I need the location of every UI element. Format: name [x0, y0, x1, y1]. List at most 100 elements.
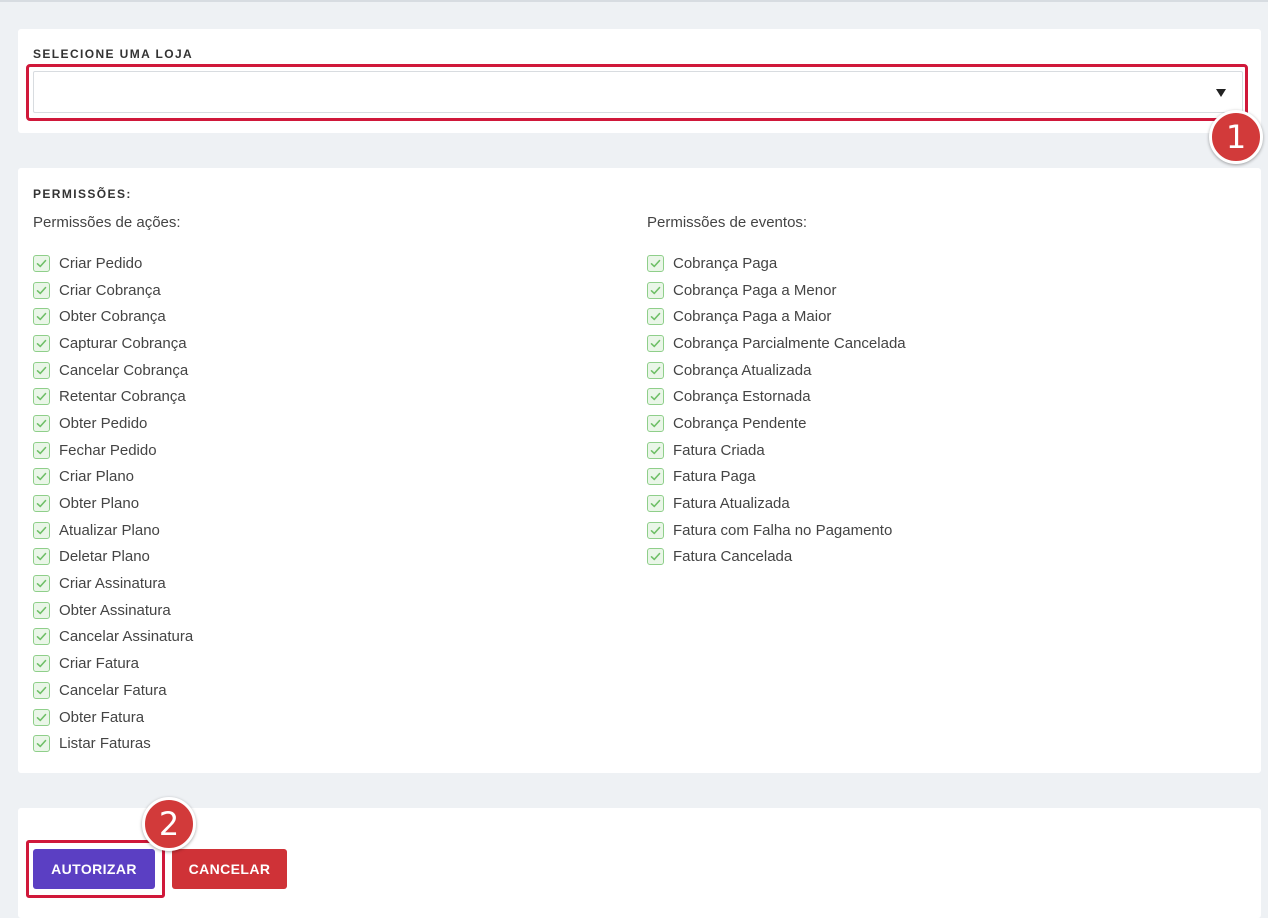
permission-label: Cobrança Pendente [673, 414, 807, 432]
permission-checkbox[interactable] [647, 281, 664, 299]
permission-item: Cobrança Parcialmente Cancelada [647, 330, 906, 357]
permission-item: Cancelar Fatura [33, 677, 193, 704]
permission-checkbox[interactable] [33, 334, 50, 352]
checkmark-icon [36, 740, 47, 748]
action-permissions-column: Permissões de ações: Criar Pedido Criar C… [33, 214, 193, 757]
permission-item: Cobrança Paga a Menor [647, 277, 906, 304]
permission-checkbox[interactable] [33, 601, 50, 619]
permission-checkbox[interactable] [647, 521, 664, 539]
permission-item: Criar Assinatura [33, 570, 193, 597]
permission-item: Cancelar Assinatura [33, 624, 193, 651]
checkmark-icon [650, 366, 661, 374]
event-permissions-list: Cobrança Paga Cobrança Paga a Menor Cobran… [647, 250, 906, 570]
permission-item: Cancelar Cobrança [33, 357, 193, 384]
permission-checkbox[interactable] [33, 655, 50, 673]
checkmark-icon [650, 473, 661, 481]
permission-label: Cancelar Fatura [59, 681, 167, 699]
checkmark-icon [650, 286, 661, 294]
permission-checkbox[interactable] [647, 361, 664, 379]
permission-label: Obter Pedido [59, 414, 148, 432]
form-actions-card: AUTORIZAR CANCELAR [18, 808, 1261, 918]
permission-label: Criar Pedido [59, 254, 143, 272]
permission-checkbox[interactable] [33, 281, 50, 299]
permission-checkbox[interactable] [33, 521, 50, 539]
action-permissions-list: Criar Pedido Criar Cobrança Obter Cobrança… [33, 250, 193, 757]
permission-checkbox[interactable] [33, 441, 50, 459]
permission-label: Criar Plano [59, 468, 135, 486]
permission-label: Cobrança Paga a Maior [673, 308, 832, 326]
permission-label: Fatura Paga [673, 468, 756, 486]
checkmark-icon [36, 419, 47, 428]
permission-item: Cobrança Paga a Maior [647, 303, 906, 330]
permission-checkbox[interactable] [33, 548, 50, 566]
permissions-label: PERMISSÕES: [33, 187, 132, 201]
permission-item: Fatura Cancelada [647, 544, 906, 571]
permission-item: Obter Plano [33, 490, 193, 517]
permission-label: Fatura com Falha no Pagamento [673, 521, 893, 539]
permission-item: Criar Fatura [33, 650, 193, 677]
permission-label: Fatura Cancelada [673, 548, 793, 566]
permission-checkbox[interactable] [33, 681, 50, 699]
permission-label: Fatura Atualizada [673, 495, 790, 513]
permission-checkbox[interactable] [647, 548, 664, 566]
permission-label: Cobrança Paga [673, 254, 778, 272]
checkmark-icon [650, 419, 661, 428]
permission-item: Cobrança Estornada [647, 383, 906, 410]
permission-item: Obter Cobrança [33, 303, 193, 330]
permission-checkbox[interactable] [647, 308, 664, 326]
permission-item: Listar Faturas [33, 730, 193, 757]
checkmark-icon [36, 713, 47, 721]
permission-checkbox[interactable] [647, 414, 664, 432]
permission-checkbox[interactable] [33, 735, 50, 753]
permission-item: Retentar Cobrança [33, 383, 193, 410]
store-select-card: SELECIONE UMA LOJA [18, 29, 1261, 133]
permission-checkbox[interactable] [33, 308, 50, 326]
checkmark-icon [36, 446, 47, 454]
permission-checkbox[interactable] [33, 254, 50, 272]
permission-label: Criar Fatura [59, 655, 140, 673]
checkmark-icon [36, 633, 47, 641]
permissions-card: PERMISSÕES: Permissões de ações: Criar P… [18, 168, 1261, 773]
permission-checkbox[interactable] [647, 441, 664, 459]
permission-label: Criar Assinatura [59, 575, 166, 593]
permission-item: Fatura Criada [647, 437, 906, 464]
permission-checkbox[interactable] [647, 388, 664, 406]
permission-item: Obter Pedido [33, 410, 193, 437]
checkmark-icon [36, 313, 47, 321]
permission-label: Cobrança Parcialmente Cancelada [673, 334, 906, 352]
permission-label: Obter Assinatura [59, 601, 171, 619]
authorize-button[interactable]: AUTORIZAR [33, 849, 155, 889]
permission-checkbox[interactable] [33, 708, 50, 726]
permission-item: Cobrança Pendente [647, 410, 906, 437]
permission-label: Cancelar Cobrança [59, 361, 189, 379]
permission-label: Cobrança Paga a Menor [673, 281, 837, 299]
permission-checkbox[interactable] [647, 334, 664, 352]
permission-item: Fatura com Falha no Pagamento [647, 517, 906, 544]
permission-checkbox[interactable] [33, 361, 50, 379]
permission-label: Listar Faturas [59, 735, 151, 753]
checkmark-icon [36, 286, 47, 294]
step-callout-2: 2 [142, 797, 196, 851]
checkmark-icon [650, 446, 661, 454]
cancel-button[interactable]: CANCELAR [172, 849, 287, 889]
permission-label: Cobrança Estornada [673, 388, 811, 406]
permission-item: Obter Assinatura [33, 597, 193, 624]
permission-checkbox[interactable] [33, 495, 50, 513]
permission-item: Criar Cobrança [33, 277, 193, 304]
permission-item: Cobrança Paga [647, 250, 906, 277]
permission-label: Deletar Plano [59, 548, 150, 566]
permission-checkbox[interactable] [33, 414, 50, 432]
checkmark-icon [36, 606, 47, 614]
permission-item: Fatura Atualizada [647, 490, 906, 517]
store-select-dropdown[interactable] [33, 71, 1243, 113]
permission-checkbox[interactable] [33, 388, 50, 406]
permission-checkbox[interactable] [647, 495, 664, 513]
permission-checkbox[interactable] [33, 575, 50, 593]
checkmark-icon [650, 313, 661, 321]
permission-checkbox[interactable] [647, 254, 664, 272]
permission-checkbox[interactable] [647, 468, 664, 486]
permission-checkbox[interactable] [33, 468, 50, 486]
permission-label: Obter Plano [59, 495, 140, 513]
permission-checkbox[interactable] [33, 628, 50, 646]
permission-label: Cancelar Assinatura [59, 628, 194, 646]
